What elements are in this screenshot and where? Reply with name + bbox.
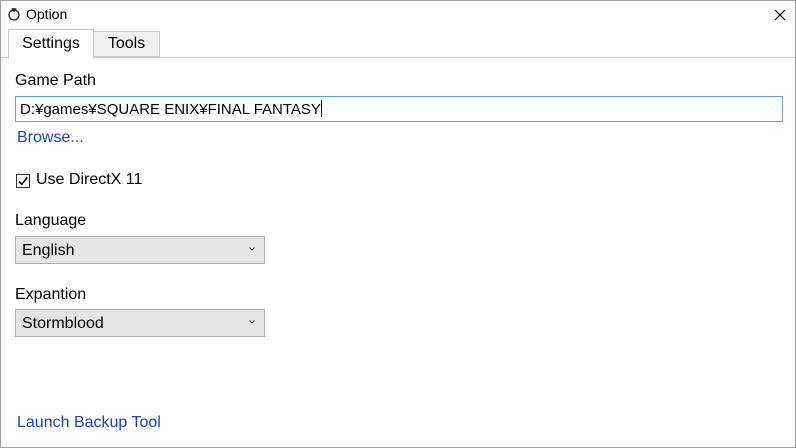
chevron-down-icon (249, 320, 255, 324)
checkmark-icon (18, 177, 28, 186)
browse-link[interactable]: Browse... (17, 129, 84, 147)
language-selected-value: English (22, 242, 75, 259)
text-caret (320, 100, 322, 117)
directx-checkbox-label[interactable]: Use DirectX 11 (36, 171, 142, 189)
option-window: Option Settings Tools Game Path D:¥games… (0, 0, 796, 448)
title-bar: Option (1, 1, 795, 29)
expansion-selected-value: Stormblood (22, 315, 104, 332)
expansion-label: Expantion (15, 286, 87, 303)
launch-backup-tool-link[interactable]: Launch Backup Tool (17, 414, 161, 432)
app-icon (8, 8, 20, 21)
close-button[interactable] (765, 1, 795, 29)
game-path-input[interactable]: D:¥games¥SQUARE ENIX¥FINAL FANTASY (15, 96, 783, 122)
game-path-value: D:¥games¥SQUARE ENIX¥FINAL FANTASY (20, 101, 321, 118)
chevron-down-icon (249, 247, 255, 251)
expansion-select[interactable]: Stormblood (15, 309, 265, 337)
language-label: Language (15, 212, 87, 229)
game-path-label: Game Path (15, 72, 96, 89)
settings-panel: Game Path D:¥games¥SQUARE ENIX¥FINAL FAN… (1, 58, 795, 447)
language-select[interactable]: English (15, 236, 265, 264)
tab-tools[interactable]: Tools (94, 31, 160, 57)
close-icon (774, 9, 786, 21)
directx-checkbox[interactable] (16, 174, 30, 188)
tab-settings[interactable]: Settings (8, 29, 94, 59)
window-title: Option (26, 6, 68, 22)
